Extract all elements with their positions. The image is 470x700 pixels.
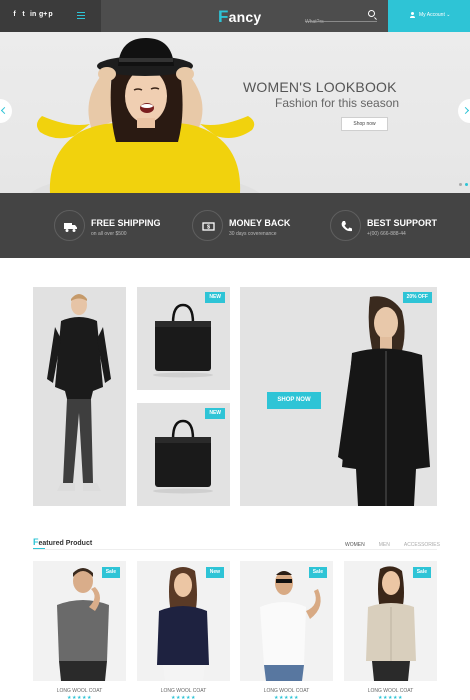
feature-icon-circle xyxy=(330,210,361,241)
rating-stars: ★★★★★ xyxy=(378,695,403,700)
rating-stars: ★★★★★ xyxy=(67,695,92,700)
facebook-icon[interactable]: f xyxy=(12,11,17,19)
product-card[interactable]: Sale xyxy=(240,561,333,681)
new-tag: NEW xyxy=(205,408,225,419)
header-left-panel: f t in g+ p xyxy=(0,0,101,32)
pinterest-icon[interactable]: p xyxy=(48,11,53,19)
features-bar: FREE SHIPPING on all over $500 $ MONEY B… xyxy=(0,193,470,258)
my-account-label: My Account ⌄ xyxy=(419,12,451,18)
phone-icon xyxy=(341,221,352,232)
sale-tag: Sale xyxy=(308,567,327,578)
featured-section-title: Featured Product xyxy=(33,537,92,547)
site-logo[interactable]: Fancy xyxy=(218,7,261,27)
google-plus-icon[interactable]: g+ xyxy=(39,11,47,19)
man-in-grey-tee-image xyxy=(33,561,126,681)
tab-accessories[interactable]: ACCESSORIES xyxy=(404,542,440,548)
product-card[interactable]: Sale xyxy=(344,561,437,681)
tab-men[interactable]: MEN xyxy=(379,542,390,548)
new-tag: NEW xyxy=(205,292,225,303)
social-links: f t in g+ p xyxy=(12,11,53,19)
featured-title-text: eatured Product xyxy=(38,540,93,547)
feature-title: FREE SHIPPING xyxy=(91,218,161,228)
feature-title: MONEY BACK xyxy=(229,218,291,228)
slider-dot-active[interactable] xyxy=(465,183,468,186)
slider-dots xyxy=(459,183,468,186)
money-icon: $ xyxy=(202,222,215,231)
sale-tag: Sale xyxy=(412,567,431,578)
rating-stars: ★★★★★ xyxy=(171,695,196,700)
truck-icon xyxy=(64,223,77,232)
man-in-white-tee-image xyxy=(240,561,333,681)
slider-prev-button[interactable] xyxy=(0,99,12,123)
chevron-left-icon xyxy=(0,106,9,115)
product-name[interactable]: LONG WOOL COAT xyxy=(33,688,126,694)
promo-shop-now-button[interactable]: SHOP NOW xyxy=(267,392,321,409)
product-card[interactable]: New xyxy=(137,561,230,681)
search-box xyxy=(305,10,377,27)
feature-icon-circle: $ xyxy=(192,210,223,241)
menu-icon[interactable] xyxy=(77,12,85,19)
hero-slider: WOMEN'S LOOKBOOK Fashion for this season… xyxy=(0,32,470,193)
feature-icon-circle xyxy=(54,210,85,241)
hero-model-image xyxy=(30,38,260,193)
user-icon xyxy=(410,12,415,18)
sale-tag: Sale xyxy=(101,567,120,578)
slider-next-button[interactable] xyxy=(458,99,470,123)
chevron-right-icon xyxy=(461,106,470,115)
my-account-button[interactable]: My Account ⌄ xyxy=(388,0,470,32)
feature-subtitle: +(00) 666-888-44 xyxy=(367,231,406,237)
new-tag: New xyxy=(205,567,224,578)
logo-text: ancy xyxy=(228,9,262,25)
section-divider xyxy=(33,549,437,550)
product-name[interactable]: LONG WOOL COAT xyxy=(240,688,333,694)
woman-in-navy-sweater-image xyxy=(137,561,230,681)
woman-in-beige-cardigan-image xyxy=(344,561,437,681)
logo-initial: F xyxy=(218,7,229,26)
man-in-jacket-image xyxy=(33,287,126,506)
featured-category-tabs: WOMEN MEN ACCESSORIES xyxy=(345,542,440,548)
twitter-icon[interactable]: t xyxy=(21,11,26,19)
search-input[interactable] xyxy=(305,17,363,27)
feature-subtitle: 30 days coverenance xyxy=(229,231,277,237)
hero-subtitle: Fashion for this season xyxy=(275,96,400,110)
promo-tile-bag-2[interactable]: NEW xyxy=(137,403,230,506)
feature-title: BEST SUPPORT xyxy=(367,218,438,228)
product-card[interactable]: Sale xyxy=(33,561,126,681)
svg-text:$: $ xyxy=(207,225,210,231)
hero-title: WOMEN'S LOOKBOOK xyxy=(243,79,397,95)
linkedin-icon[interactable]: in xyxy=(30,11,36,19)
feature-subtitle: on all over $500 xyxy=(91,231,127,237)
promo-tile-bag-1[interactable]: NEW xyxy=(137,287,230,390)
product-name[interactable]: LONG WOOL COAT xyxy=(344,688,437,694)
tab-women[interactable]: WOMEN xyxy=(345,542,365,548)
discount-tag: 20% OFF xyxy=(402,292,432,303)
rating-stars: ★★★★★ xyxy=(274,695,299,700)
top-header-bar: f t in g+ p Fancy 0 My Account ⌄ xyxy=(0,0,470,32)
hero-shop-now-button[interactable]: Shop now xyxy=(341,117,388,131)
product-name[interactable]: LONG WOOL COAT xyxy=(137,688,230,694)
title-underline xyxy=(33,548,45,549)
slider-dot[interactable] xyxy=(459,183,462,186)
search-icon[interactable] xyxy=(368,10,375,17)
promo-tile-man[interactable] xyxy=(33,287,126,506)
